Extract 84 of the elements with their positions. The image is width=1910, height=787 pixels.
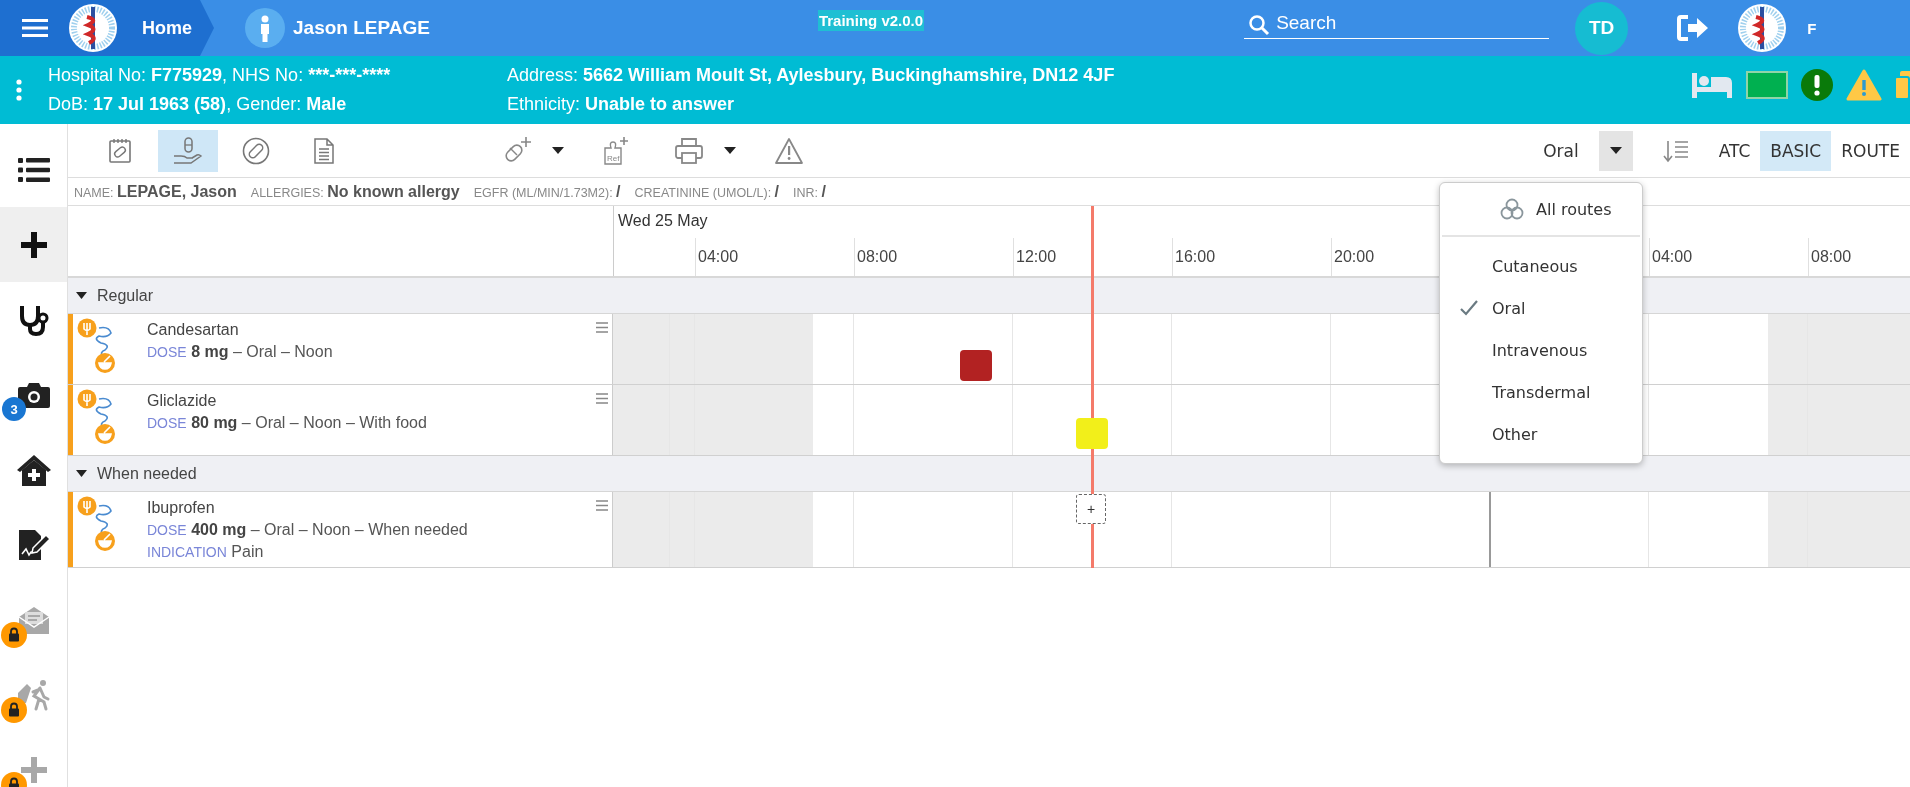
user-name: F bbox=[1807, 19, 1817, 37]
patient-info-item: NAME: LEPAGE, Jason bbox=[74, 182, 237, 201]
menu-icon[interactable] bbox=[596, 393, 608, 404]
patient-detail: DoB: 17 Jul 1963 (58), Gender: Male bbox=[48, 94, 348, 115]
signed-document-icon bbox=[16, 527, 51, 562]
patient-info-item: EGFR (ML/MIN/1.73M2): / bbox=[473, 182, 621, 201]
caret-icon[interactable] bbox=[724, 147, 736, 154]
menu-icon[interactable] bbox=[22, 17, 50, 39]
dose-details: DOSE 80 mg – Oral – Noon – With food bbox=[147, 414, 427, 432]
document-icon bbox=[313, 137, 335, 164]
route-filter-value[interactable]: Oral bbox=[1543, 140, 1579, 161]
time-tick-label: 08:00 bbox=[1811, 248, 1852, 265]
menu-item[interactable]: Intravenous bbox=[1440, 329, 1642, 371]
person-icon bbox=[245, 8, 285, 48]
timeline-date: Wed 25 May bbox=[617, 211, 709, 231]
time-tick-label: 20:00 bbox=[1334, 248, 1375, 265]
view-tab[interactable] bbox=[158, 129, 218, 172]
routes-icon bbox=[1500, 198, 1524, 220]
toolbar-button[interactable]: Ref bbox=[596, 130, 636, 171]
time-tick-label: 04:00 bbox=[698, 248, 739, 265]
menu-icon[interactable] bbox=[596, 322, 608, 333]
dose-marker[interactable] bbox=[1076, 418, 1108, 449]
sidebar-item[interactable]: 3 bbox=[0, 357, 67, 432]
group-title: When needed bbox=[97, 464, 197, 483]
time-tick-label: 08:00 bbox=[857, 248, 898, 265]
printer-icon bbox=[674, 136, 704, 165]
add-dose-button[interactable]: + bbox=[1076, 494, 1106, 524]
medical-home-icon bbox=[15, 452, 52, 487]
dose-details: DOSE 8 mg – Oral – Noon bbox=[147, 343, 333, 361]
patient-detail: Hospital No: F775929, NHS No: ***-***-**** bbox=[48, 65, 392, 86]
pill-in-hand-icon bbox=[173, 136, 203, 165]
plus-icon bbox=[18, 754, 49, 785]
more-options-icon[interactable] bbox=[16, 79, 22, 101]
view-button[interactable]: BASIC bbox=[1760, 130, 1832, 171]
home-breadcrumb[interactable]: Home bbox=[0, 0, 214, 56]
sort-icon[interactable] bbox=[1662, 138, 1689, 163]
version-badge: Training v2.0.0 bbox=[817, 10, 925, 31]
camera-icon bbox=[16, 380, 51, 409]
group-title: Regular bbox=[97, 286, 154, 305]
time-tick-label: 12:00 bbox=[1016, 248, 1057, 265]
caret-icon[interactable] bbox=[552, 147, 564, 154]
medication-name: Gliclazide bbox=[147, 392, 218, 410]
medication-name: Candesartan bbox=[147, 321, 240, 339]
alert-icon[interactable] bbox=[1800, 68, 1834, 102]
dose-details: DOSE 400 mg – Oral – Noon – When needed bbox=[147, 521, 468, 539]
patient-info-item: ALLERGIES: No known allergy bbox=[250, 182, 460, 201]
caduceus-logo-icon[interactable] bbox=[1737, 3, 1788, 53]
pill-circle-icon bbox=[242, 136, 270, 165]
lock-icon bbox=[1, 622, 27, 648]
menu-item[interactable]: Transdermal bbox=[1440, 371, 1642, 413]
patient-detail: Ethnicity: Unable to answer bbox=[507, 94, 736, 115]
notification-count: 3 bbox=[2, 397, 26, 421]
pill-chart-icon bbox=[108, 137, 132, 164]
menu-item[interactable]: Other bbox=[1440, 413, 1642, 455]
route-dropdown-button[interactable] bbox=[1598, 130, 1633, 171]
menu-item[interactable]: All routes bbox=[1440, 183, 1642, 235]
time-tick-label: 16:00 bbox=[1175, 248, 1216, 265]
indication: INDICATION Pain bbox=[147, 543, 265, 561]
time-tick-label: 04:00 bbox=[1652, 248, 1693, 265]
medication-name: Ibuprofen bbox=[147, 499, 216, 517]
caduceus-logo-icon bbox=[68, 3, 118, 53]
warning-icon[interactable] bbox=[1846, 69, 1882, 101]
ref-label: Ref bbox=[607, 153, 620, 163]
list-icon bbox=[17, 156, 50, 183]
medication-card[interactable]: Candesartan DOSE 8 mg – Oral – Noon bbox=[68, 314, 613, 384]
home-link[interactable]: Home bbox=[142, 17, 192, 39]
view-button[interactable]: ROUTE bbox=[1831, 130, 1910, 171]
view-button[interactable]: ATC bbox=[1708, 130, 1761, 171]
patient-info-item: CREATININE (UMOL/L): / bbox=[634, 182, 780, 201]
patient-detail: Address: 5662 William Moult St, Aylesbury, Buckinghamshire, DN12 4JF bbox=[507, 65, 1115, 86]
walking-person-icon bbox=[16, 678, 51, 711]
menu-icon[interactable] bbox=[596, 500, 608, 511]
patient-info-item: INR: / bbox=[793, 182, 826, 201]
plus-icon bbox=[18, 229, 49, 260]
group-header[interactable]: When needed bbox=[68, 456, 1910, 492]
search-field[interactable]: Search bbox=[1244, 7, 1550, 39]
bed-icon[interactable] bbox=[1690, 71, 1734, 99]
medication-card[interactable]: Ibuprofen DOSE 400 mg – Oral – Noon – When needed INDICATION Pain bbox=[68, 492, 613, 567]
caret-icon bbox=[1609, 147, 1622, 154]
search-icon bbox=[1248, 13, 1271, 36]
sidebar-item[interactable] bbox=[0, 207, 67, 282]
dose-marker[interactable] bbox=[960, 350, 992, 381]
lock-icon bbox=[1, 697, 27, 723]
warning-icon bbox=[774, 136, 804, 165]
